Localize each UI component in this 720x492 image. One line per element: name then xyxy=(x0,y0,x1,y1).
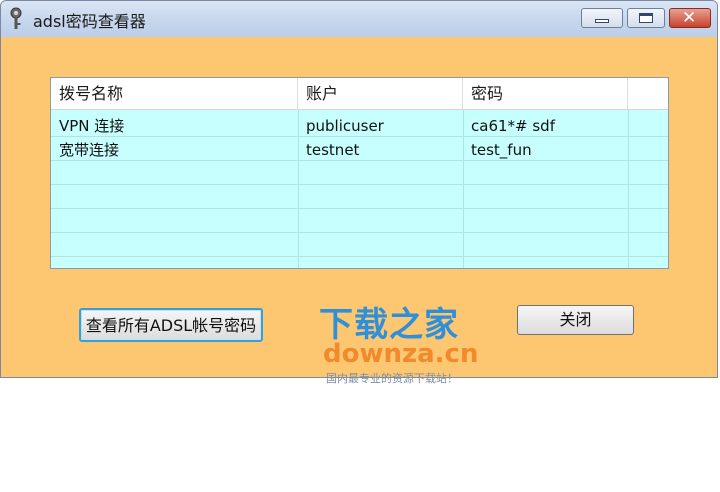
close-button[interactable]: 关闭 xyxy=(517,305,634,335)
watermark-domain: downza.cn xyxy=(323,339,479,369)
view-all-passwords-button[interactable]: 查看所有ADSL帐号密码 xyxy=(79,308,263,342)
table-row-empty xyxy=(51,185,668,209)
cell-account: publicuser xyxy=(306,117,384,135)
title-bar[interactable]: adsl密码查看器 ✕ xyxy=(1,1,717,37)
column-header-filler xyxy=(628,78,668,109)
minimize-button[interactable] xyxy=(581,8,623,28)
column-header-account[interactable]: 账户 xyxy=(298,78,463,109)
table-row-empty xyxy=(51,233,668,257)
close-icon: ✕ xyxy=(682,8,697,28)
table-row[interactable]: VPN 连接 publicuser ca61*# sdf xyxy=(51,113,668,137)
close-window-button[interactable]: ✕ xyxy=(669,8,711,28)
cell-password: test_fun xyxy=(471,141,532,159)
minimize-icon xyxy=(595,19,609,23)
table-row-empty xyxy=(51,161,668,185)
table-row[interactable]: 宽带连接 testnet test_fun xyxy=(51,137,668,161)
watermark-tagline: 国内最专业的资源下载站！ xyxy=(326,372,458,385)
maximize-button[interactable] xyxy=(627,8,665,28)
account-list[interactable]: 拨号名称 账户 密码 VPN 连接 publicuser ca61*# sdf … xyxy=(50,77,669,269)
cell-account: testnet xyxy=(306,141,360,159)
cell-password: ca61*# sdf xyxy=(471,117,555,135)
table-row-empty xyxy=(51,209,668,233)
column-header-dial-name[interactable]: 拨号名称 xyxy=(51,78,298,109)
column-header-password[interactable]: 密码 xyxy=(463,78,628,109)
maximize-icon xyxy=(639,13,653,23)
window-title: adsl密码查看器 xyxy=(33,12,146,31)
list-header: 拨号名称 账户 密码 xyxy=(51,78,668,110)
cell-dial-name: 宽带连接 xyxy=(59,141,120,159)
app-window: adsl密码查看器 ✕ 拨号名称 账户 密码 VPN 连接 publicuser… xyxy=(0,0,718,378)
key-icon xyxy=(10,7,22,29)
cell-dial-name: VPN 连接 xyxy=(59,117,125,135)
